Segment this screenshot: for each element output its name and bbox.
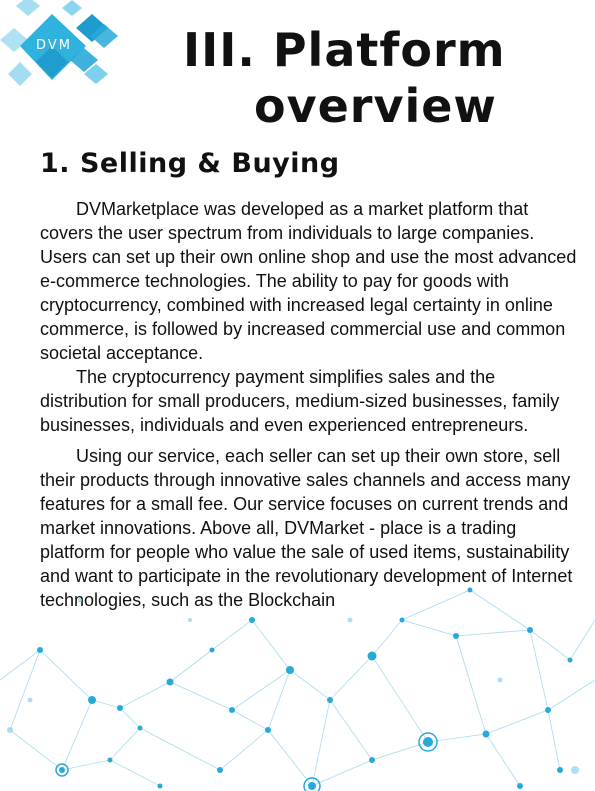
paragraph-2: The cryptocurrency payment simplifies sa… bbox=[40, 367, 560, 435]
paragraph-1: DVMarketplace was developed as a market … bbox=[40, 199, 577, 363]
page-title: III. Platform overview bbox=[0, 22, 595, 134]
network-graph-decoration bbox=[0, 587, 595, 791]
title-line-2: overview bbox=[254, 79, 497, 133]
body-text: DVMarketplace was developed as a market … bbox=[40, 197, 585, 612]
title-line-1: III. Platform bbox=[183, 23, 506, 77]
section-heading: 1. Selling & Buying bbox=[40, 148, 340, 179]
